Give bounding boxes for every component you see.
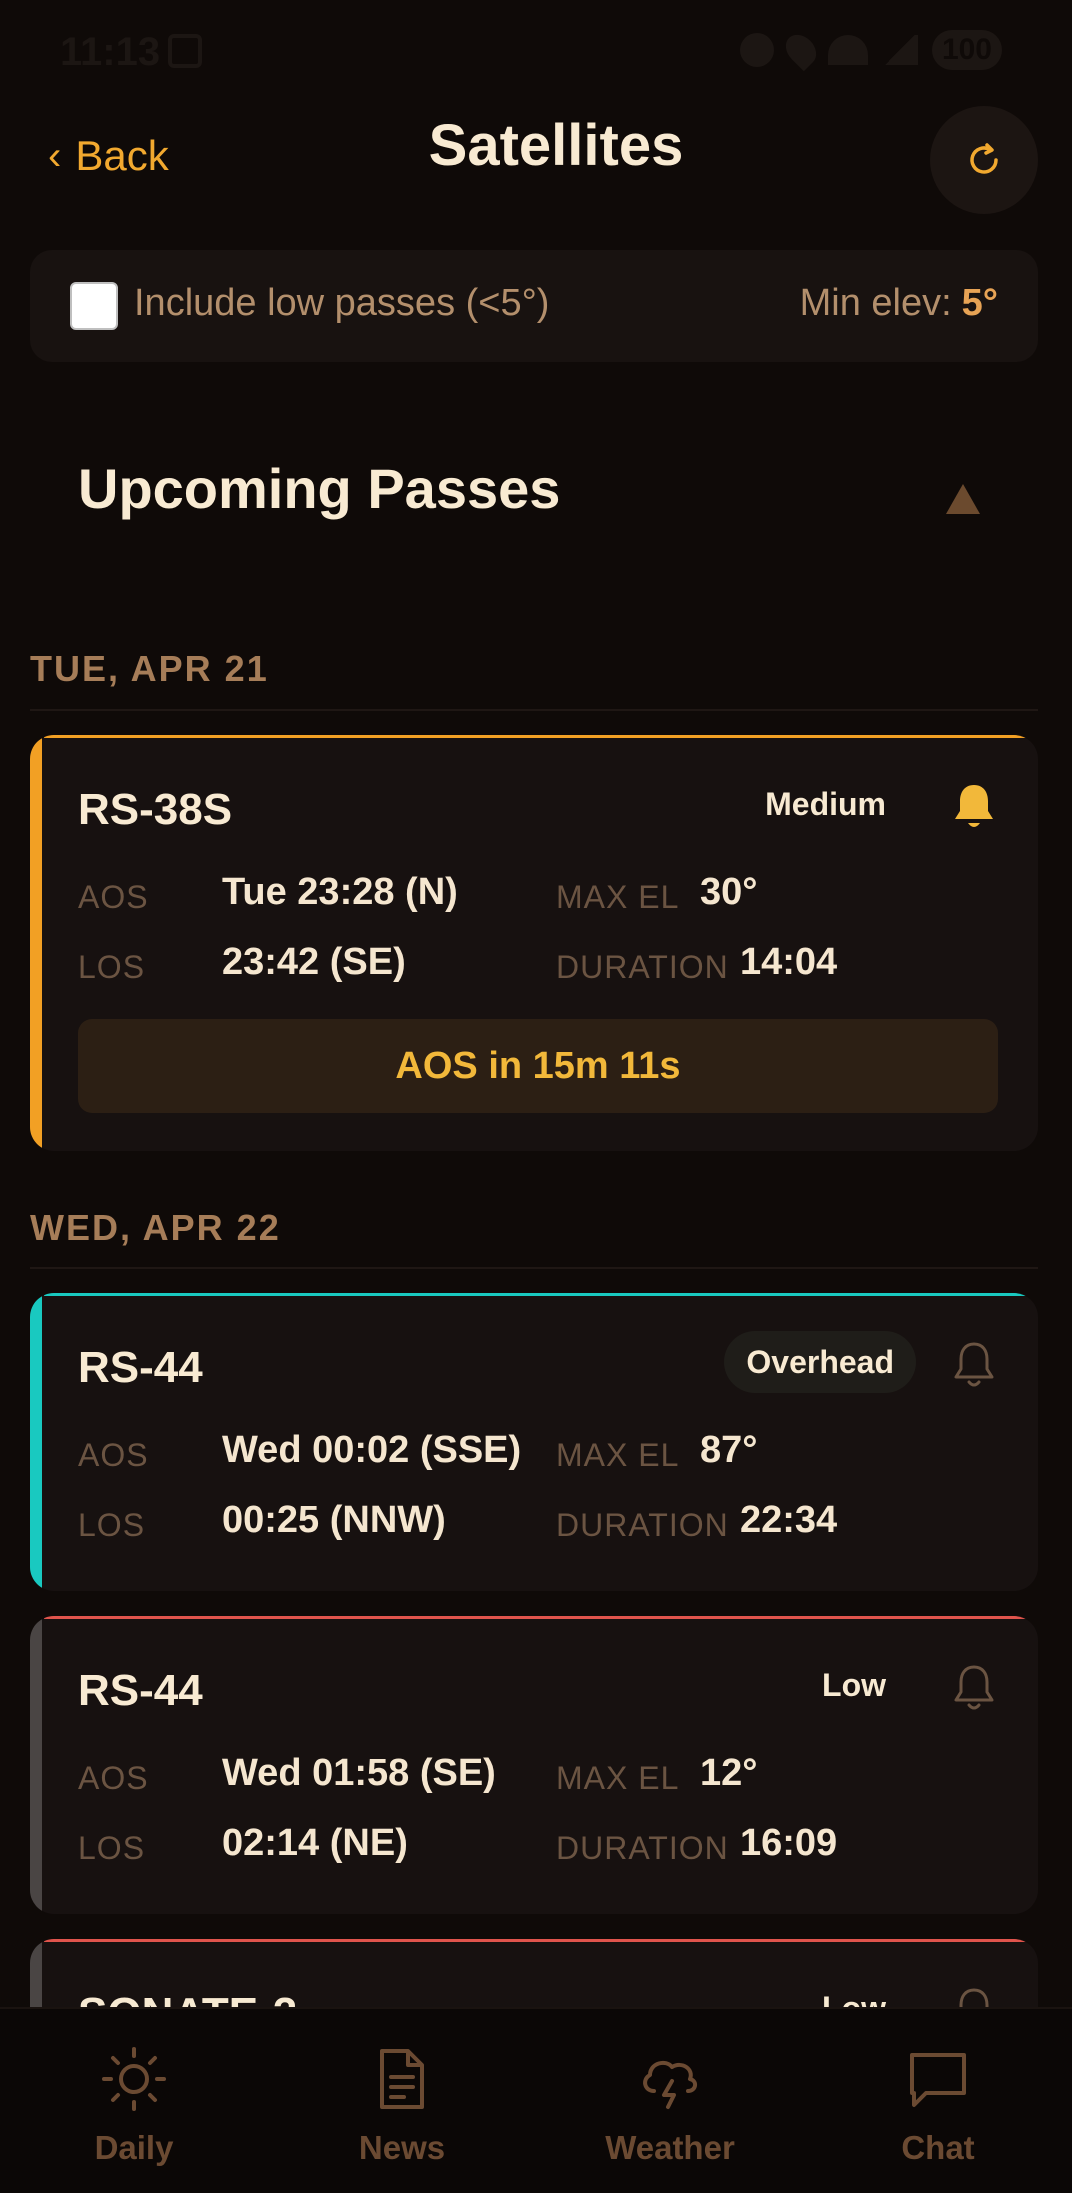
aos-label: AOS — [78, 1437, 149, 1473]
aos-value: Wed 00:02 (SSE) — [222, 1429, 522, 1471]
min-elevation[interactable]: Min elev: 5° — [800, 282, 998, 325]
battery-indicator: 100 — [931, 30, 1002, 70]
chat-bubble-icon — [910, 2053, 966, 2107]
los-value: 00:25 (NNW) — [222, 1499, 446, 1541]
max-el-value: 12° — [700, 1752, 758, 1794]
storm-cloud-icon — [643, 2060, 697, 2109]
bottom-nav: Daily News Weather Chat — [0, 2007, 1072, 2193]
divider — [30, 1267, 1038, 1269]
wifi-icon — [827, 35, 868, 65]
los-value: 02:14 (NE) — [222, 1822, 408, 1864]
los-label: LOS — [78, 949, 146, 985]
min-elev-label: Min elev: — [799, 282, 952, 324]
duration-label: DURATION — [556, 949, 729, 985]
page-title: Satellites — [428, 113, 684, 178]
section-title: Upcoming Passes — [78, 457, 561, 520]
pass-quality-badge: Low — [822, 1666, 886, 1703]
low-passes-label[interactable]: Include low passes (<5°) — [134, 282, 549, 325]
nav-label: Daily — [94, 2129, 174, 2166]
nav-label: Chat — [901, 2129, 975, 2166]
low-passes-checkbox[interactable] — [70, 282, 118, 330]
pass-accent — [30, 1616, 42, 1914]
filter-bar: Include low passes (<5°) Min elev: 5° — [30, 250, 1038, 362]
duration-value: 16:09 — [740, 1822, 838, 1864]
pass-card[interactable]: RS-44 Overhead AOS Wed 00:02 (SSE) MAX E… — [30, 1293, 1038, 1591]
document-icon — [380, 2049, 424, 2109]
countdown-banner: AOS in 15m 11s — [78, 1019, 998, 1113]
dnd-icon — [739, 33, 774, 67]
pass-quality-badge: Overhead — [724, 1331, 916, 1393]
nav-weather[interactable]: Weather — [536, 2009, 804, 2193]
pass-accent — [30, 1293, 42, 1591]
aos-label: AOS — [78, 1760, 149, 1796]
max-el-label: MAX EL — [556, 879, 680, 915]
los-value: 23:42 (SE) — [222, 941, 406, 983]
satellite-name: RS-38S — [78, 785, 233, 834]
collapse-toggle-icon[interactable] — [946, 484, 980, 514]
bell-filled-icon[interactable] — [950, 781, 998, 833]
los-label: LOS — [78, 1830, 146, 1866]
nav-label: News — [358, 2129, 446, 2166]
nav-label: Weather — [605, 2129, 735, 2166]
max-el-label: MAX EL — [556, 1437, 680, 1473]
satellite-name: RS-44 — [78, 1666, 203, 1715]
aos-value: Tue 23:28 (N) — [222, 871, 458, 913]
divider — [30, 709, 1038, 711]
status-time: 11:13 — [60, 30, 161, 74]
max-el-value: 87° — [700, 1429, 758, 1471]
satellite-name: RS-44 — [78, 1343, 203, 1392]
aos-label: AOS — [78, 879, 149, 915]
nav-chat[interactable]: Chat — [804, 2009, 1072, 2193]
pass-card[interactable]: RS-38S Medium AOS Tue 23:28 (N) MAX EL 3… — [30, 735, 1038, 1151]
pass-accent — [30, 735, 42, 1151]
sun-icon — [102, 2047, 166, 2111]
refresh-button[interactable] — [930, 106, 1038, 214]
bell-outline-icon[interactable] — [950, 1339, 998, 1391]
day-header: TUE, APR 21 — [30, 648, 269, 689]
pass-quality-badge: Medium — [765, 785, 886, 822]
nav-news[interactable]: News — [268, 2009, 536, 2193]
location-icon — [779, 28, 823, 72]
aos-value: Wed 01:58 (SE) — [222, 1752, 496, 1794]
duration-value: 14:04 — [740, 941, 838, 983]
status-bar: 11:13 100 — [0, 0, 1072, 100]
duration-label: DURATION — [556, 1507, 729, 1543]
los-label: LOS — [78, 1507, 146, 1543]
duration-label: DURATION — [556, 1830, 729, 1866]
pass-card[interactable]: RS-44 Low AOS Wed 01:58 (SE) MAX EL 12° … — [30, 1616, 1038, 1914]
max-el-value: 30° — [700, 871, 758, 913]
screenshot-icon — [168, 34, 202, 68]
max-el-label: MAX EL — [556, 1760, 680, 1796]
signal-icon — [881, 35, 918, 65]
satellites-screen: 11:13 100 ‹ Back Satellites Include low … — [0, 0, 1072, 2193]
min-elev-value: 5° — [961, 282, 998, 324]
day-header: WED, APR 22 — [30, 1207, 281, 1248]
bell-outline-icon[interactable] — [950, 1662, 998, 1714]
refresh-icon — [970, 143, 998, 174]
nav-daily[interactable]: Daily — [0, 2009, 268, 2193]
duration-value: 22:34 — [740, 1499, 838, 1541]
